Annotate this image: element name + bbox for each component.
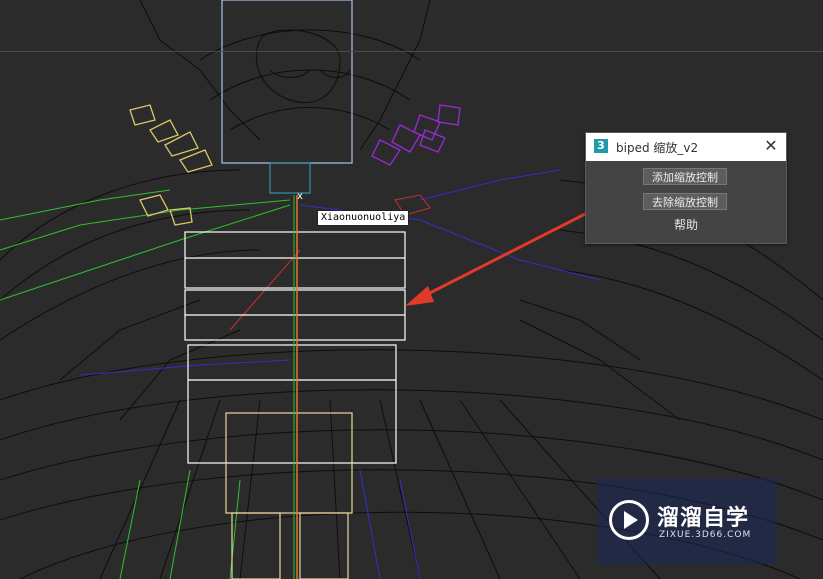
object-name-tag: Xiaonuonuoliya (317, 210, 410, 226)
viewport-divider (0, 51, 823, 52)
remove-scale-control-button[interactable]: 去除缩放控制 (643, 193, 727, 210)
watermark: 溜溜自学 ZIXUE.3D66.COM (597, 478, 777, 564)
watermark-url: ZIXUE.3D66.COM (659, 530, 752, 540)
play-logo-icon (609, 500, 649, 540)
3dsmax-icon: 3 (594, 139, 608, 153)
right-hand-bones (371, 104, 461, 166)
dialog-titlebar[interactable]: 3 biped 缩放_v2 ✕ (586, 133, 786, 161)
spine-bones (184, 231, 406, 464)
dialog-title: biped 缩放_v2 (616, 141, 699, 155)
add-scale-control-button[interactable]: 添加缩放控制 (643, 168, 727, 185)
left-hand-bones (129, 104, 213, 226)
help-link[interactable]: 帮助 (586, 216, 786, 233)
watermark-title: 溜溜自学 (657, 506, 750, 531)
close-icon[interactable]: ✕ (762, 137, 780, 155)
biped-scale-dialog: 3 biped 缩放_v2 ✕ 添加缩放控制 去除缩放控制 帮助 (585, 132, 787, 244)
svg-text:x: x (297, 191, 303, 202)
